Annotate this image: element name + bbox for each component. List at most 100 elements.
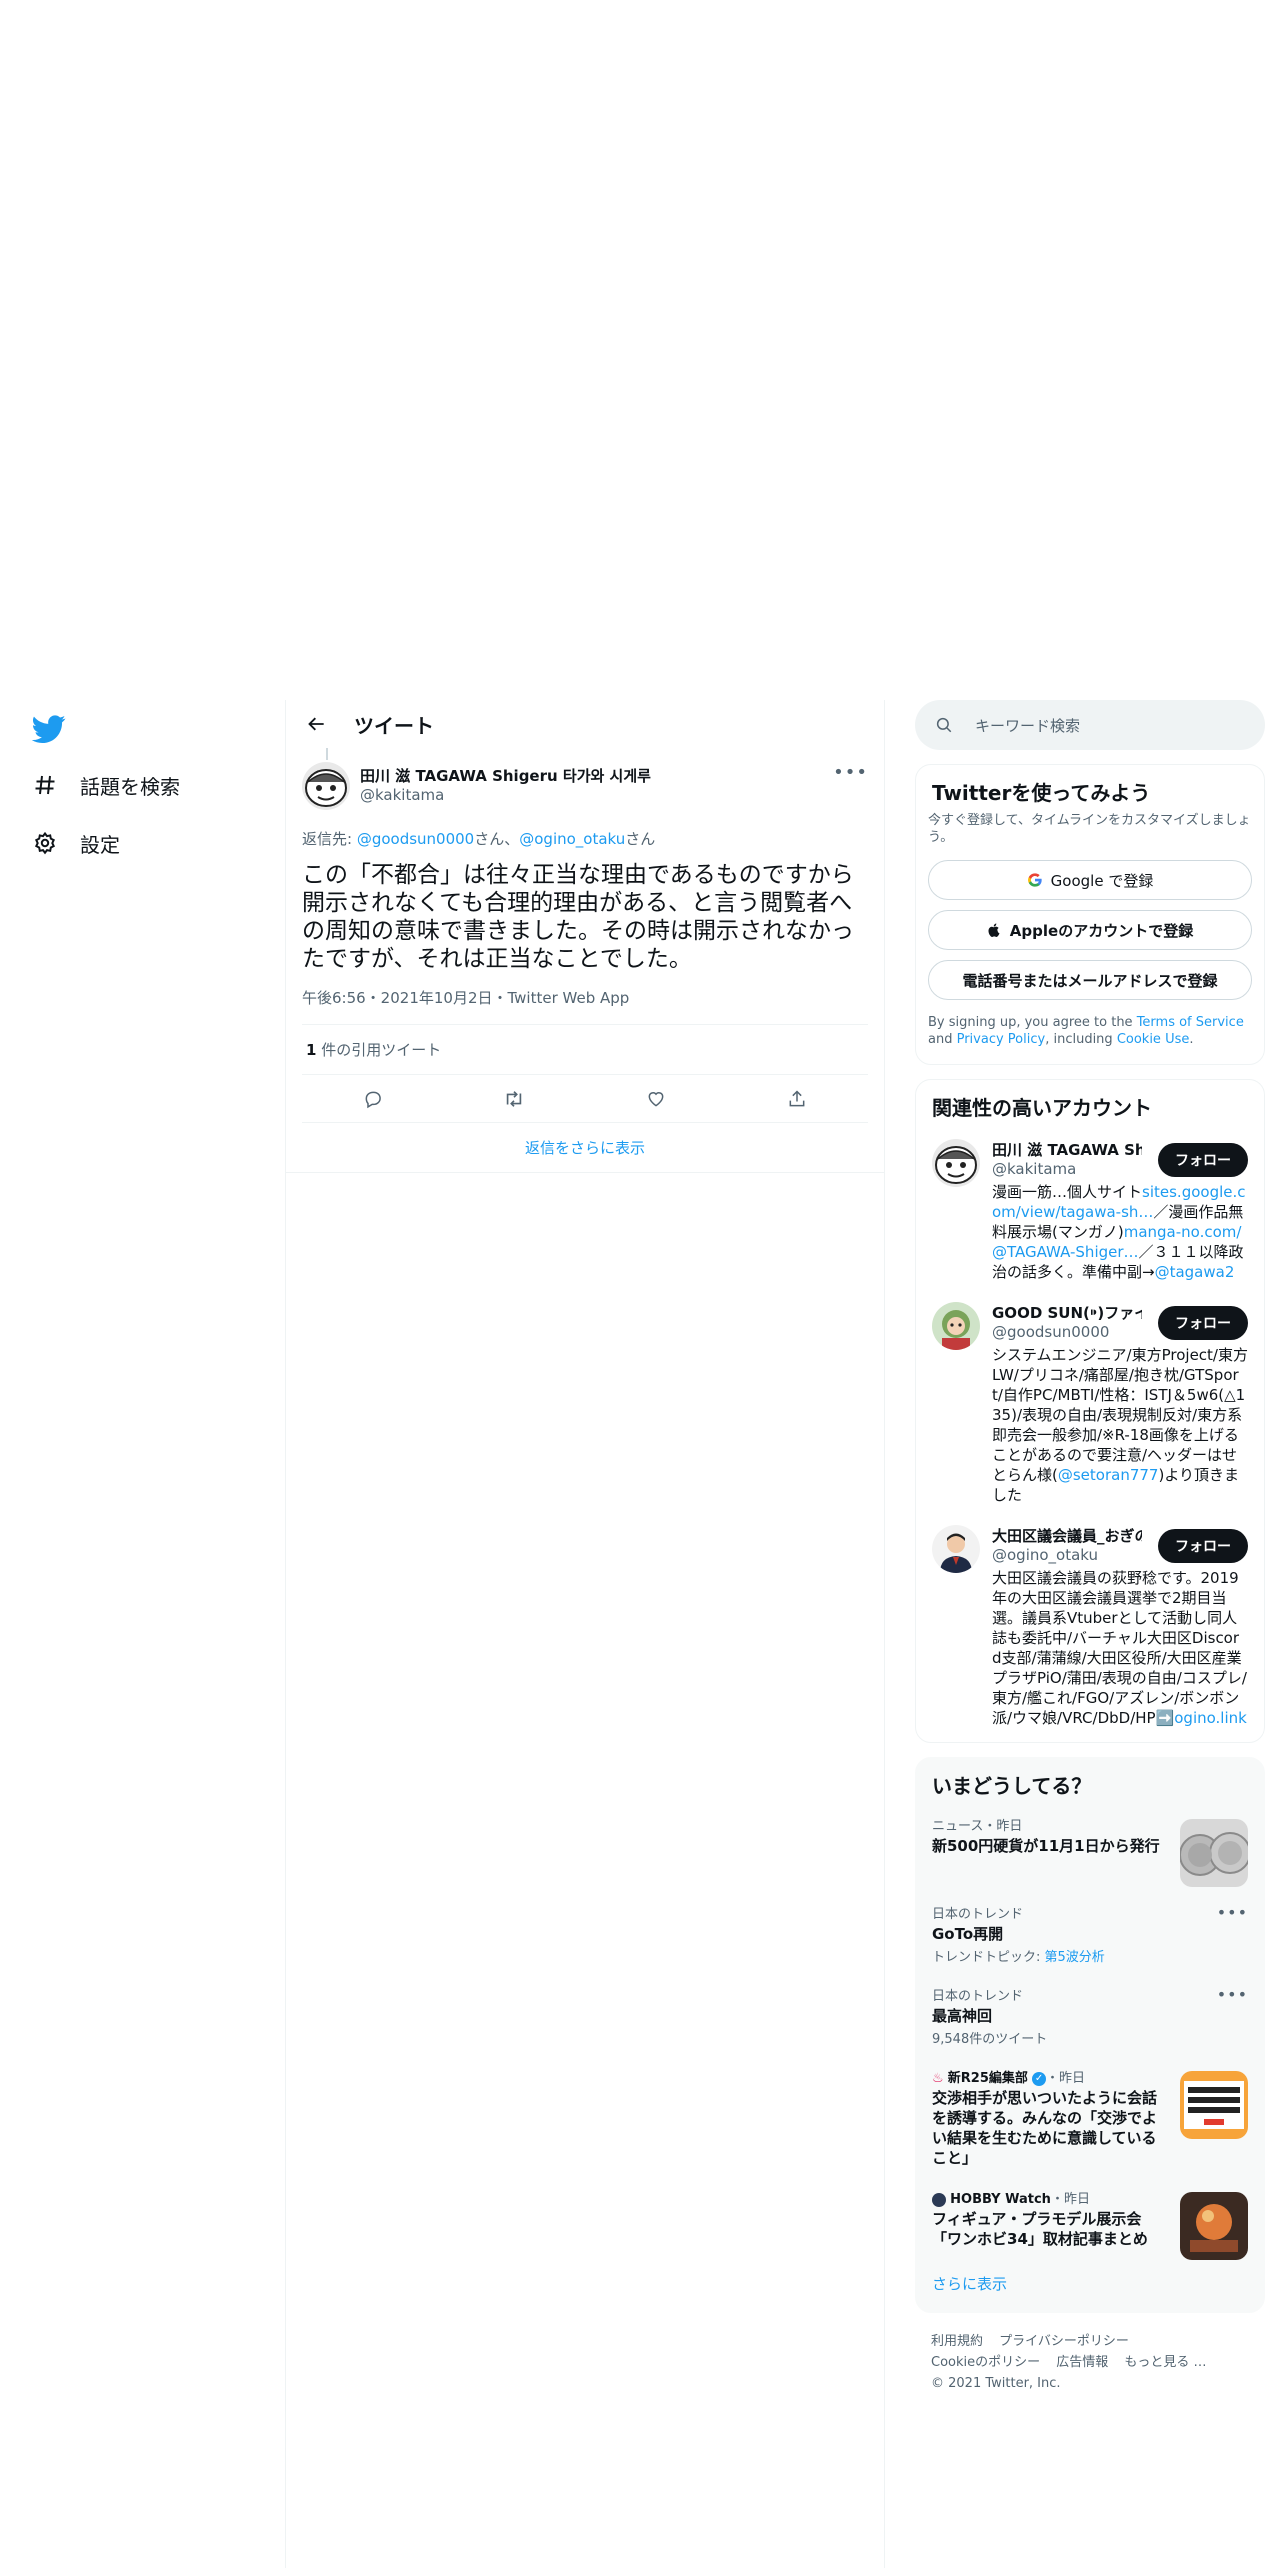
quote-tweets-link[interactable]: 1 件の引用ツイート: [302, 1025, 868, 1075]
account-bio: システムエンジニア/東方Project/東方LW/プリコネ/痛部屋/抱き枕/GT…: [992, 1345, 1248, 1505]
reply-icon: [365, 1091, 381, 1108]
trend-item[interactable]: HOBBY Watch・昨日 フィギュア・プラモデル展示会「ワンホビ34」取材記…: [916, 2178, 1264, 2260]
bio-link[interactable]: @setoran777: [1058, 1466, 1159, 1484]
tweet-text: この「不都合」は往々正当な理由であるものですから開示されなくても合理的理由がある…: [302, 862, 854, 972]
apple-signup-label: Appleのアカウントで登録: [1009, 921, 1194, 940]
google-signup-button[interactable]: Google で登録: [928, 860, 1252, 900]
page-title: ツイート: [354, 713, 434, 738]
trends-title: いまどうしてる？: [932, 1774, 1092, 1798]
twitter-bird-logo-icon[interactable]: [31, 712, 66, 746]
account-avatar[interactable]: [932, 1525, 980, 1573]
tweet-author-row: 田川 滋 TAGAWA Shigeru 타가와 시게루 @kakitama: [302, 748, 868, 812]
footer-more-link[interactable]: もっと見る …: [1124, 2355, 1206, 2370]
follow-button[interactable]: フォロー: [1158, 1306, 1248, 1340]
focused-tweet: 田川 滋 TAGAWA Shigeru 타가와 시게루 @kakitama ••…: [286, 748, 884, 1123]
signup-title: Twitterを使ってみよう: [932, 781, 1151, 805]
trend-topic-link[interactable]: 第5波分析: [1045, 1950, 1105, 1965]
search-placeholder: キーワード検索: [975, 716, 1081, 735]
nav-item-settings-label: 設定: [80, 832, 120, 857]
trend-item[interactable]: ♨ 新R25編集部 ✓ ・昨日 交渉相手が思いついたように会話を誘導する。みんなの…: [916, 2057, 1264, 2178]
trends-card: いまどうしてる？ ニュース・昨日 新500円硬貨が11月1日から発行 日本のトレ…: [915, 1757, 1265, 2313]
terms-of-service-link[interactable]: Terms of Service: [1137, 1015, 1244, 1030]
tweet-actions: [302, 1075, 868, 1123]
account-item[interactable]: 大田区議会議員_おぎの稔 @ogino_otaku 大田区議会議員の荻野稔です。…: [916, 1513, 1264, 1742]
author-avatar[interactable]: [302, 762, 350, 810]
account-avatar[interactable]: [932, 1139, 980, 1187]
trend-title: フィギュア・プラモデル展示会「ワンホビ34」取材記事まとめ: [932, 2210, 1148, 2248]
cookie-use-link[interactable]: Cookie Use: [1117, 1032, 1190, 1047]
follow-button[interactable]: フォロー: [1158, 1143, 1248, 1177]
footer: 利用規約 プライバシーポリシー Cookieのポリシー 広告情報 もっと見る ……: [915, 2313, 1265, 2412]
signup-terms: By signing up, you agree to the Terms of…: [916, 1000, 1264, 1064]
signup-description: 今すぐ登録して、タイムラインをカスタマイズしましょう。: [928, 813, 1251, 845]
trend-item[interactable]: 日本のトレンド 最高神回 9,548件のツイート •••: [916, 1975, 1264, 2057]
footer-terms-link[interactable]: 利用規約: [931, 2334, 983, 2349]
retweet-button[interactable]: [497, 1082, 531, 1116]
account-name[interactable]: GOOD SUN(⁍)ファイナル: [992, 1302, 1142, 1323]
footer-privacy-link[interactable]: プライバシーポリシー: [999, 2334, 1129, 2349]
account-avatar[interactable]: [932, 1302, 980, 1350]
reply-button[interactable]: [356, 1082, 390, 1116]
hobby-watch-avatar-icon: [932, 2192, 946, 2207]
flame-icon: ♨: [932, 2071, 944, 2086]
thread-connector-line: [326, 748, 328, 760]
heart-icon: [648, 1091, 664, 1107]
account-name[interactable]: 田川 滋 TAGAWA Shigeru: [992, 1139, 1142, 1160]
author-handle[interactable]: @kakitama: [360, 786, 651, 805]
reply-to-line: 返信先: @goodsun0000さん、@ogino_otakuさん: [302, 828, 868, 849]
quote-count: 1: [306, 1041, 317, 1059]
account-item[interactable]: 田川 滋 TAGAWA Shigeru @kakitama 漫画一筋…個人サイト…: [916, 1127, 1264, 1290]
tweet-timestamp[interactable]: 午後6:56・2021年10月2日・Twitter Web App: [302, 987, 868, 1025]
quote-label: 件の引用ツイート: [316, 1041, 442, 1059]
trend-title: 新500円硬貨が11月1日から発行: [932, 1837, 1160, 1855]
apple-signup-button[interactable]: Appleのアカウントで登録: [928, 910, 1252, 950]
nav-item-settings[interactable]: 設定: [32, 818, 120, 868]
back-button[interactable]: [302, 709, 332, 739]
bio-link[interactable]: ogino.link: [1174, 1709, 1247, 1727]
reply-to-suffix-1: さん、: [474, 830, 520, 848]
footer-ads-link[interactable]: 広告情報: [1056, 2355, 1108, 2370]
main-column: ツイート 田川 滋 TAGAWA Shigeru 타가와 시게루 @kakita…: [285, 700, 885, 2568]
footer-cookie-link[interactable]: Cookieのポリシー: [931, 2355, 1040, 2370]
reply-to-user-1[interactable]: @goodsun0000: [357, 830, 474, 848]
trend-source: HOBBY Watch: [950, 2192, 1051, 2207]
account-name[interactable]: 大田区議会議員_おぎの稔: [992, 1525, 1142, 1546]
reply-to-user-2[interactable]: @ogino_otaku: [519, 830, 625, 848]
search-input[interactable]: キーワード検索: [915, 700, 1265, 750]
trend-subtitle: 9,548件のツイート: [932, 2032, 1048, 2047]
share-button[interactable]: [780, 1082, 814, 1116]
show-more-trends-link[interactable]: さらに表示: [916, 2259, 1264, 2312]
nav-item-explore[interactable]: 話題を検索: [32, 760, 180, 810]
author-name[interactable]: 田川 滋 TAGAWA Shigeru 타가와 시게루: [360, 767, 651, 786]
phone-email-signup-label: 電話番号またはメールアドレスで登録: [962, 971, 1218, 990]
bio-link[interactable]: @tagawa2: [1155, 1263, 1235, 1281]
trend-title: 交渉相手が思いついたように会話を誘導する。みんなの「交渉でよい結果を生むために意…: [932, 2089, 1158, 2167]
arrow-left-icon: [308, 717, 324, 731]
gear-icon: [32, 830, 58, 856]
trend-thumbnail: [1180, 2071, 1248, 2139]
signup-card: Twitterを使ってみよう 今すぐ登録して、タイムラインをカスタマイズしましょ…: [915, 764, 1265, 1065]
trend-thumbnail: [1180, 2192, 1248, 2260]
more-options-icon[interactable]: •••: [1217, 1985, 1248, 2004]
like-button[interactable]: [639, 1082, 673, 1116]
more-options-icon[interactable]: •••: [1217, 1903, 1248, 1922]
trend-title: 最高神回: [932, 2007, 993, 2025]
phone-email-signup-button[interactable]: 電話番号またはメールアドレスで登録: [928, 960, 1252, 1000]
trend-item[interactable]: 日本のトレンド GoTo再開 トレンドトピック: 第5波分析 •••: [916, 1893, 1264, 1975]
apple-logo-icon: [987, 922, 1002, 938]
account-item[interactable]: GOOD SUN(⁍)ファイナル @goodsun0000 システムエンジニア/…: [916, 1290, 1264, 1513]
terms-text-4: .: [1189, 1032, 1194, 1047]
trend-item[interactable]: ニュース・昨日 新500円硬貨が11月1日から発行: [916, 1805, 1264, 1893]
right-sidebar: キーワード検索 Twitterを使ってみよう 今すぐ登録して、タイムラインをカス…: [915, 700, 1265, 2412]
footer-copyright: © 2021 Twitter, Inc.: [931, 2376, 1061, 2391]
nav-item-explore-label: 話題を検索: [80, 774, 180, 799]
more-options-icon[interactable]: •••: [833, 762, 868, 783]
trend-time: ・昨日: [1046, 2071, 1086, 2086]
privacy-policy-link[interactable]: Privacy Policy: [957, 1032, 1046, 1047]
trend-title: GoTo再開: [932, 1925, 1004, 1943]
follow-button[interactable]: フォロー: [1158, 1529, 1248, 1563]
show-more-replies-button[interactable]: 返信をさらに表示: [286, 1123, 884, 1173]
verified-badge-icon: ✓: [1032, 2071, 1047, 2086]
trend-source: 新R25編集部: [947, 2071, 1028, 2086]
main-header: ツイート: [286, 700, 884, 748]
